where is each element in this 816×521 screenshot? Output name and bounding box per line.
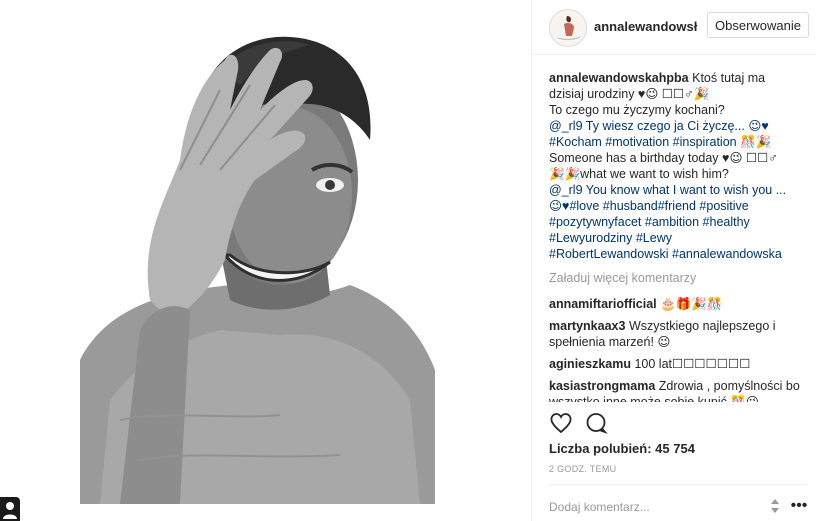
post-photo[interactable]	[80, 0, 435, 504]
comment-username[interactable]: kasiastrongmama	[549, 379, 655, 393]
caption-hashtags[interactable]: #pozytywnyfacet #ambition #healthy	[549, 214, 807, 230]
caption-mention[interactable]: @_rl9 Ty wiesz czego ja Ci życzę... 😉♥	[549, 118, 807, 134]
post-timestamp: 2 GODZ. TEMU	[549, 464, 617, 474]
caption: annalewandowskahpba Ktoś tutaj ma dzisia…	[549, 70, 807, 262]
comment-item: kasiastrongmama Zdrowia , pomyślności bo…	[549, 378, 807, 402]
caption-hashtags[interactable]: #Kocham #motivation #inspiration 🎊🎉	[549, 134, 807, 150]
comment-username[interactable]: aginieszkamu	[549, 357, 631, 371]
comment-item: martynkaax3 Wszystkiego najlepszego i sp…	[549, 318, 807, 350]
scroll-arrows-icon[interactable]	[768, 497, 782, 515]
comment-item: annamiftariofficial 🎂🎁🎉🎊	[549, 296, 807, 312]
comment-icon[interactable]	[584, 411, 608, 435]
more-options-icon[interactable]: •••	[788, 497, 810, 515]
caption-mention[interactable]: @_rl9 You know what I want to wish you .…	[549, 182, 807, 198]
caption-username[interactable]: annalewandowskahpba	[549, 71, 689, 85]
portrait-image	[80, 0, 435, 504]
caption-line: Someone has a birthday today ♥😉 ☐☐♂	[549, 151, 778, 165]
caption-hashtags[interactable]: #RobertLewandowski #annalewandowska	[549, 246, 807, 262]
post-actions	[549, 411, 629, 435]
caption-hashtags[interactable]: 😉♥#love #husband#friend #positive	[549, 198, 807, 214]
post-sidebar: annalewandowsł Obserwowanie annalewandow…	[532, 0, 816, 521]
photo-pane	[0, 0, 531, 521]
caption-line: Ktoś tutaj ma	[692, 71, 766, 85]
comments-list[interactable]: annalewandowskahpba Ktoś tutaj ma dzisia…	[549, 70, 807, 402]
following-button[interactable]: Obserwowanie	[707, 12, 809, 38]
comment-username[interactable]: martynkaax3	[549, 319, 625, 333]
comment-item: aginieszkamu 100 lat☐☐☐☐☐☐☐	[549, 356, 807, 372]
comment-text: 🎂🎁🎉🎊	[660, 297, 723, 311]
comment-divider	[549, 484, 807, 485]
comment-text: 100 lat☐☐☐☐☐☐☐	[634, 357, 751, 371]
caption-line: To czego mu życzymy kochani?	[549, 103, 725, 117]
load-more-comments-link[interactable]: Załaduj więcej komentarzy	[549, 270, 807, 286]
header-username[interactable]: annalewandowsł	[594, 19, 704, 34]
avatar[interactable]	[549, 9, 587, 47]
caption-line: 🎉🎉what we want to wish him?	[549, 167, 729, 181]
user-silhouette-icon[interactable]	[0, 497, 20, 521]
heart-icon[interactable]	[549, 411, 573, 435]
like-count[interactable]: Liczba polubień: 45 754	[549, 441, 695, 456]
comment-username[interactable]: annamiftariofficial	[549, 297, 657, 311]
add-comment-input[interactable]: Dodaj komentarz...	[549, 500, 650, 514]
post-header: annalewandowsł Obserwowanie	[532, 0, 816, 55]
caption-hashtags[interactable]: #Lewyurodziny #Lewy	[549, 230, 807, 246]
caption-line: dzisiaj urodziny ♥😉 ☐☐♂🎉	[549, 87, 710, 101]
